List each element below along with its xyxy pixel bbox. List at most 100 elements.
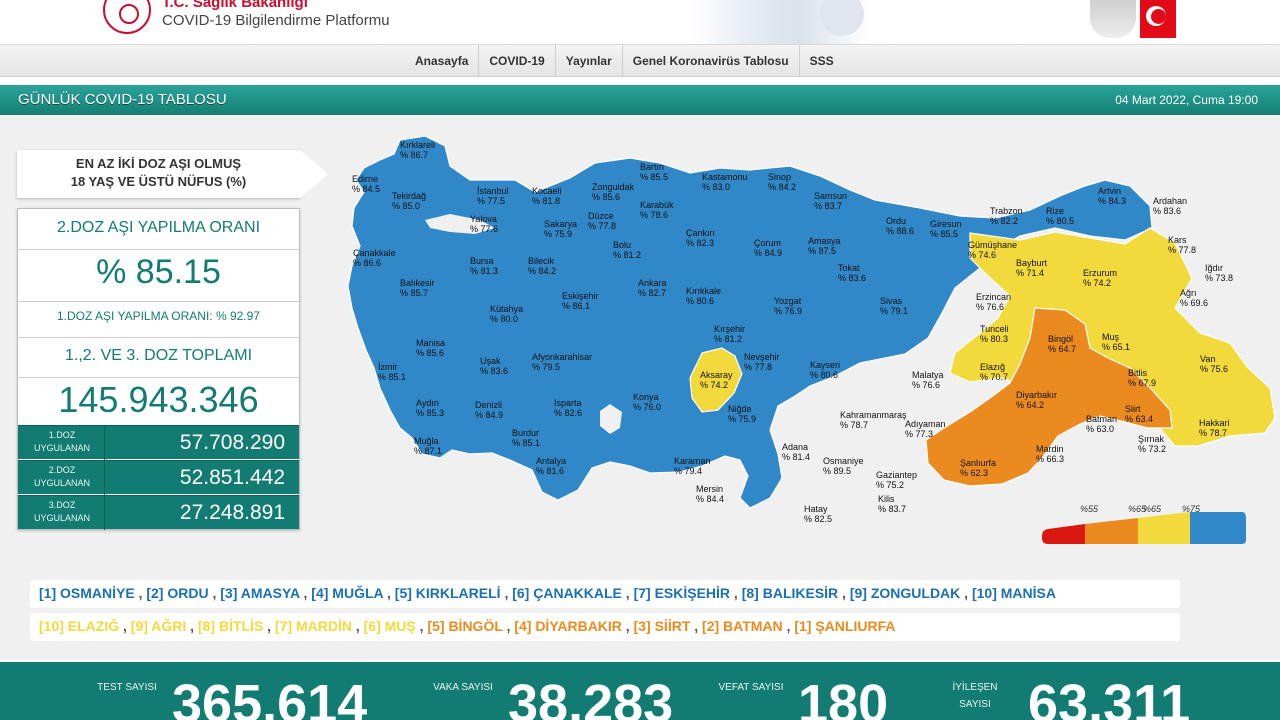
province-kutahya[interactable]: Kütahya% 80.0 <box>490 304 523 324</box>
province-gaziantep[interactable]: Gaziantep% 75.2 <box>876 470 917 490</box>
province-batman[interactable]: Batman% 63.0 <box>1086 414 1117 434</box>
province-hakkari[interactable]: Hakkari% 78.7 <box>1199 418 1230 438</box>
province-agri[interactable]: Ağrı% 69.6 <box>1180 288 1208 308</box>
province-isparta[interactable]: Isparta% 82.6 <box>554 398 582 418</box>
province-afyonkarahisar[interactable]: Afyonkarahisar% 79.5 <box>532 352 592 372</box>
province-artvin[interactable]: Artvin% 84.3 <box>1098 186 1126 206</box>
province-trabzon[interactable]: Trabzon% 82.2 <box>990 206 1023 226</box>
province-kilis[interactable]: Kilis% 83.7 <box>878 494 906 514</box>
province-sanliurfa[interactable]: Şanlıurfa% 62.3 <box>960 458 996 478</box>
province-osmaniye[interactable]: Osmaniye% 89.5 <box>823 456 864 476</box>
province-samsun[interactable]: Samsun% 83.7 <box>814 191 847 211</box>
province-istanbul[interactable]: İstanbul% 77.5 <box>477 186 509 206</box>
province-amasya[interactable]: Amasya% 87.5 <box>808 236 841 256</box>
province-karabuk[interactable]: Karabük% 78.6 <box>640 200 674 220</box>
divider <box>104 461 105 495</box>
ministry-logo-icon[interactable] <box>103 0 151 34</box>
province-canakkale[interactable]: Çanakkale% 86.6 <box>353 248 396 268</box>
province-sakarya[interactable]: Sakarya% 75.9 <box>544 219 577 239</box>
province-van[interactable]: Van% 75.6 <box>1200 354 1228 374</box>
province-tunceli[interactable]: Tunceli% 80.3 <box>980 324 1009 344</box>
province-karaman[interactable]: Karaman% 79.4 <box>674 456 711 476</box>
province-erzincan[interactable]: Erzincan% 76.6 <box>976 292 1011 312</box>
province-burdur[interactable]: Burdur% 85.1 <box>512 428 540 448</box>
province-zonguldak[interactable]: Zonguldak% 85.6 <box>592 182 634 202</box>
province-sinop[interactable]: Sinop% 84.2 <box>768 172 796 192</box>
province-malatya[interactable]: Malatya% 76.6 <box>912 370 944 390</box>
province-bartin[interactable]: Bartın% 85.5 <box>640 162 668 182</box>
province-mersin[interactable]: Mersin% 84.4 <box>696 484 724 504</box>
province-bingol[interactable]: Bingöl% 64.7 <box>1048 334 1076 354</box>
province-kastamonu[interactable]: Kastamonu% 83.0 <box>702 172 748 192</box>
province-sivas[interactable]: Sivas% 79.1 <box>880 296 908 316</box>
province-aydin[interactable]: Aydın% 85.3 <box>416 398 444 418</box>
province-aksaray[interactable]: Aksaray% 74.2 <box>700 370 733 390</box>
province-bolu[interactable]: Bolu% 81.2 <box>613 240 641 260</box>
province-bayburt[interactable]: Bayburt% 71.4 <box>1016 258 1047 278</box>
province-ordu[interactable]: Ordu% 88.6 <box>886 216 914 236</box>
nav-item-yayinlar[interactable]: Yayınlar <box>554 45 622 77</box>
province-mardin[interactable]: Mardin% 66.3 <box>1036 444 1064 464</box>
legend-band-yellow <box>1138 512 1190 544</box>
province-bitlis[interactable]: Bitlis% 67.9 <box>1128 368 1156 388</box>
province-ankara[interactable]: Ankara% 82.7 <box>638 278 667 298</box>
province-sirnak[interactable]: Şırnak% 73.2 <box>1138 434 1166 454</box>
province-bilecik[interactable]: Bilecik% 84.2 <box>528 256 556 276</box>
death-count-label: VEFAT SAYISI <box>718 682 784 693</box>
province-denizli[interactable]: Denizli% 84.9 <box>475 400 503 420</box>
province-usak[interactable]: Uşak% 83.6 <box>480 356 508 376</box>
divider <box>18 337 299 338</box>
province-igdir[interactable]: Iğdır% 73.8 <box>1205 263 1233 283</box>
province-mus[interactable]: Muş% 65.1 <box>1102 332 1130 352</box>
province-kayseri[interactable]: Kayseri% 80.6 <box>810 360 840 380</box>
province-adana[interactable]: Adana% 81.4 <box>782 442 810 462</box>
province-duzce[interactable]: Düzce% 77.8 <box>588 211 616 231</box>
turkey-vaccination-map[interactable]: Kırklareli% 86.7 Edirne% 84.5 Tekirdağ% … <box>330 128 1280 558</box>
province-corum[interactable]: Çorum% 84.9 <box>754 238 782 258</box>
province-balikesir[interactable]: Balıkesir% 85.7 <box>400 278 435 298</box>
flag-crescent-icon <box>1146 6 1166 26</box>
rank-separator: , <box>782 618 795 634</box>
province-bursa[interactable]: Bursa% 81.3 <box>470 256 498 276</box>
province-hatay[interactable]: Hatay% 82.5 <box>804 504 832 524</box>
rank-separator: , <box>960 585 972 601</box>
province-rize[interactable]: Rize% 80.5 <box>1046 206 1074 226</box>
rank-item: [6] MUŞ <box>363 618 416 634</box>
province-mugla[interactable]: Muğla% 87.1 <box>414 436 442 456</box>
province-diyarbakir[interactable]: Diyarbakır% 64.2 <box>1016 390 1057 410</box>
province-edirne[interactable]: Edirne% 84.5 <box>352 174 380 194</box>
province-erzurum[interactable]: Erzurum% 74.2 <box>1083 268 1117 288</box>
province-kirsehir[interactable]: Kırşehir% 81.2 <box>714 324 745 344</box>
province-kocaeli[interactable]: Kocaeli% 81.8 <box>532 186 562 206</box>
province-gumushane[interactable]: Gümüşhane% 74.6 <box>968 240 1017 260</box>
province-elazig[interactable]: Elazığ% 70.7 <box>980 362 1008 382</box>
province-nigde[interactable]: Niğde% 75.9 <box>728 404 756 424</box>
test-count-label: TEST SAYISI <box>97 682 157 693</box>
province-giresun[interactable]: Giresun% 85.5 <box>930 219 962 239</box>
province-kirikkale[interactable]: Kırıkkale% 80.6 <box>686 286 721 306</box>
dose1-value: 57.708.290 <box>179 431 285 454</box>
province-cankiri[interactable]: Çankırı% 82.3 <box>686 228 715 248</box>
province-adiyaman[interactable]: Adıyaman% 77.3 <box>905 419 946 439</box>
province-nevsehir[interactable]: Nevşehir% 77.8 <box>744 352 780 372</box>
province-eskisehir[interactable]: Eskişehir% 86.1 <box>562 291 599 311</box>
province-antalya[interactable]: Antalya% 81.6 <box>536 456 566 476</box>
rank-item: [10] MANİSA <box>971 585 1056 601</box>
nav-item-covid19[interactable]: COVID-19 <box>478 45 554 77</box>
nav-item-anasayfa[interactable]: Anasayfa <box>405 45 478 77</box>
province-kars[interactable]: Kars% 77.8 <box>1168 235 1196 255</box>
province-tekirdag[interactable]: Tekirdağ% 85.0 <box>392 191 426 211</box>
nav-item-sss[interactable]: SSS <box>798 45 844 77</box>
province-yalova[interactable]: Yalova% 77.6 <box>470 214 498 234</box>
province-izmir[interactable]: İzmir% 85.1 <box>378 362 406 382</box>
province-kahramanmaras[interactable]: Kahramanmaraş% 78.7 <box>840 410 907 430</box>
province-siirt[interactable]: Siirt% 63.4 <box>1125 404 1153 424</box>
province-konya[interactable]: Konya% 76.0 <box>633 392 661 412</box>
province-kirklareli[interactable]: Kırklareli% 86.7 <box>400 140 435 160</box>
province-ardahan[interactable]: Ardahan% 83.6 <box>1153 196 1187 216</box>
province-yozgat[interactable]: Yozgat% 76.9 <box>774 296 802 316</box>
nav-item-genel-tablo[interactable]: Genel Koronavirüs Tablosu <box>621 45 799 77</box>
rank-item: [3] AMASYA <box>220 585 300 601</box>
province-manisa[interactable]: Manisa% 85.6 <box>416 338 445 358</box>
province-tokat[interactable]: Tokat% 83.6 <box>838 263 866 283</box>
